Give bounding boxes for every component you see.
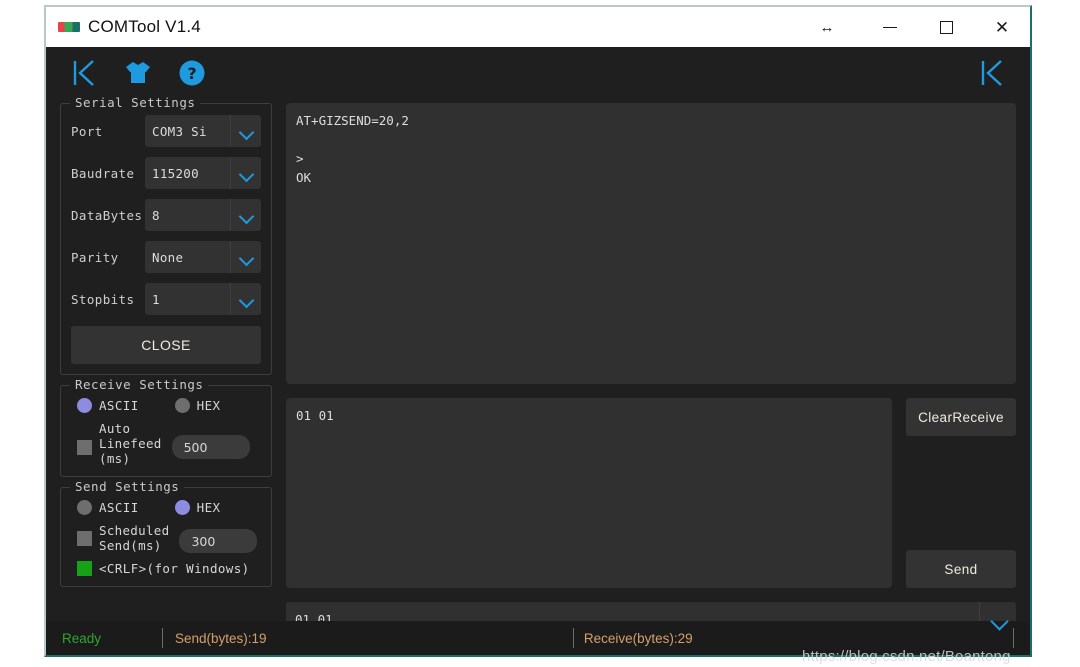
receive-text-area[interactable]: AT+GIZSEND=20,2 > OK	[286, 103, 1016, 384]
databytes-chevron-down-icon[interactable]	[230, 199, 261, 231]
baudrate-label: Baudrate	[71, 165, 135, 181]
receive-format-row: ASCII HEX	[71, 398, 261, 413]
auto-linefeed-input[interactable]: 500	[171, 435, 250, 459]
send-settings-group: Send Settings ASCII HEX Scheduled Send(m…	[60, 479, 272, 587]
status-send-bytes: Send(bytes):19	[175, 630, 267, 646]
receive-settings-title: Receive Settings	[70, 377, 209, 392]
window-title: COMTool V1.4	[88, 17, 201, 36]
auto-linefeed-row: Auto Linefeed (ms) 500	[71, 421, 261, 466]
status-divider-1	[162, 628, 163, 648]
parity-chevron-down-icon[interactable]	[230, 241, 261, 273]
scheduled-send-checkbox[interactable]	[77, 531, 92, 546]
send-hex-radio[interactable]	[174, 500, 190, 515]
send-format-row: ASCII HEX	[71, 500, 261, 515]
port-value: COM3 Si	[152, 123, 207, 139]
app-logo-icon	[58, 22, 80, 32]
send-settings-title: Send Settings	[70, 479, 185, 494]
settings-column: Serial Settings Port COM3 Si Baudrate 11…	[60, 95, 272, 621]
parity-row: Parity None	[71, 240, 261, 274]
receive-hex-radio[interactable]	[174, 398, 190, 413]
toolbar: ?	[46, 47, 1030, 99]
send-ascii-label: ASCII	[99, 500, 139, 515]
send-row: 01 01 ClearReceive Send	[286, 398, 1016, 588]
crlf-row: <CRLF>(for Windows)	[71, 561, 261, 576]
baudrate-value: 115200	[152, 165, 199, 181]
receive-settings-group: Receive Settings ASCII HEX Auto Linefeed	[60, 377, 272, 477]
svg-text:?: ?	[187, 64, 196, 83]
port-chevron-down-icon[interactable]	[230, 115, 261, 147]
watermark: https://blog.csdn.net/Boantong	[802, 648, 1011, 665]
stopbits-row: Stopbits 1	[71, 282, 261, 316]
receive-hex-label: HEX	[196, 398, 221, 413]
minimize-button[interactable]	[862, 7, 918, 47]
maximize-button[interactable]	[918, 7, 974, 47]
crlf-checkbox[interactable]	[77, 561, 92, 576]
port-select[interactable]: COM3 Si	[145, 115, 261, 147]
baudrate-chevron-down-icon[interactable]	[230, 157, 261, 189]
send-text-area[interactable]: 01 01	[286, 398, 892, 588]
theme-shirt-icon[interactable]	[116, 53, 160, 93]
collapse-left-icon[interactable]	[62, 53, 106, 93]
crlf-label: <CRLF>(for Windows)	[99, 561, 250, 576]
console-column: AT+GIZSEND=20,2 > OK 01 01 ClearReceive …	[272, 99, 1016, 636]
port-row: Port COM3 Si	[71, 114, 261, 148]
send-button[interactable]: Send	[906, 550, 1016, 588]
serial-settings-group: Serial Settings Port COM3 Si Baudrate 11…	[60, 95, 272, 375]
receive-ascii-radio[interactable]	[77, 398, 92, 413]
scheduled-send-input[interactable]: 300	[179, 529, 258, 553]
screenshot-root: COMTool V1.4 ↔ ✕ ? Serial Settings Port …	[0, 0, 1080, 667]
window-controls: ↔ ✕	[792, 7, 1030, 47]
port-label: Port	[71, 123, 103, 139]
databytes-row: DataBytes 8	[71, 198, 261, 232]
auto-linefeed-label-line3: (ms)	[99, 451, 131, 466]
app-window: COMTool V1.4 ↔ ✕ ? Serial Settings Port …	[44, 5, 1032, 657]
help-icon[interactable]: ?	[170, 53, 214, 93]
receive-ascii-label: ASCII	[99, 398, 139, 413]
serial-settings-title: Serial Settings	[70, 95, 201, 110]
scheduled-send-label-line1: Scheduled	[99, 523, 170, 538]
baudrate-row: Baudrate 115200	[71, 156, 261, 190]
stopbits-select[interactable]: 1	[145, 283, 261, 315]
parity-select[interactable]: None	[145, 241, 261, 273]
scheduled-send-label-block: Scheduled Send(ms)	[99, 523, 169, 553]
status-receive-bytes: Receive(bytes):29	[583, 630, 693, 646]
status-divider-3	[1013, 628, 1014, 648]
parity-label: Parity	[71, 249, 119, 265]
auto-linefeed-label-block: Auto Linefeed (ms)	[99, 421, 162, 466]
auto-linefeed-label-line2: Linefeed	[99, 436, 162, 451]
auto-linefeed-label-line1: Auto	[99, 421, 131, 436]
stopbits-label: Stopbits	[71, 291, 135, 307]
auto-linefeed-checkbox[interactable]	[77, 440, 92, 455]
status-ready: Ready	[62, 630, 102, 646]
stopbits-value: 1	[152, 291, 160, 307]
parity-value: None	[152, 249, 184, 265]
databytes-label: DataBytes	[71, 207, 143, 223]
stopbits-chevron-down-icon[interactable]	[230, 283, 261, 315]
title-bar: COMTool V1.4 ↔ ✕	[46, 7, 1030, 47]
status-divider-2	[572, 628, 574, 648]
send-hex-label: HEX	[196, 500, 221, 515]
databytes-value: 8	[152, 207, 160, 223]
send-ascii-radio[interactable]	[77, 500, 92, 515]
baudrate-select[interactable]: 115200	[145, 157, 261, 189]
databytes-select[interactable]: 8	[145, 199, 261, 231]
main-body: Serial Settings Port COM3 Si Baudrate 11…	[46, 95, 1030, 636]
close-window-button[interactable]: ✕	[974, 7, 1030, 47]
scheduled-send-row: Scheduled Send(ms) 300	[71, 523, 261, 553]
close-port-button[interactable]: CLOSE	[71, 326, 261, 364]
action-buttons: ClearReceive Send	[906, 398, 1016, 588]
resize-handle-icon[interactable]: ↔	[792, 7, 862, 47]
scheduled-send-label-line2: Send(ms)	[99, 538, 162, 553]
collapse-right-icon[interactable]	[970, 53, 1014, 93]
clear-receive-button[interactable]: ClearReceive	[906, 398, 1016, 436]
